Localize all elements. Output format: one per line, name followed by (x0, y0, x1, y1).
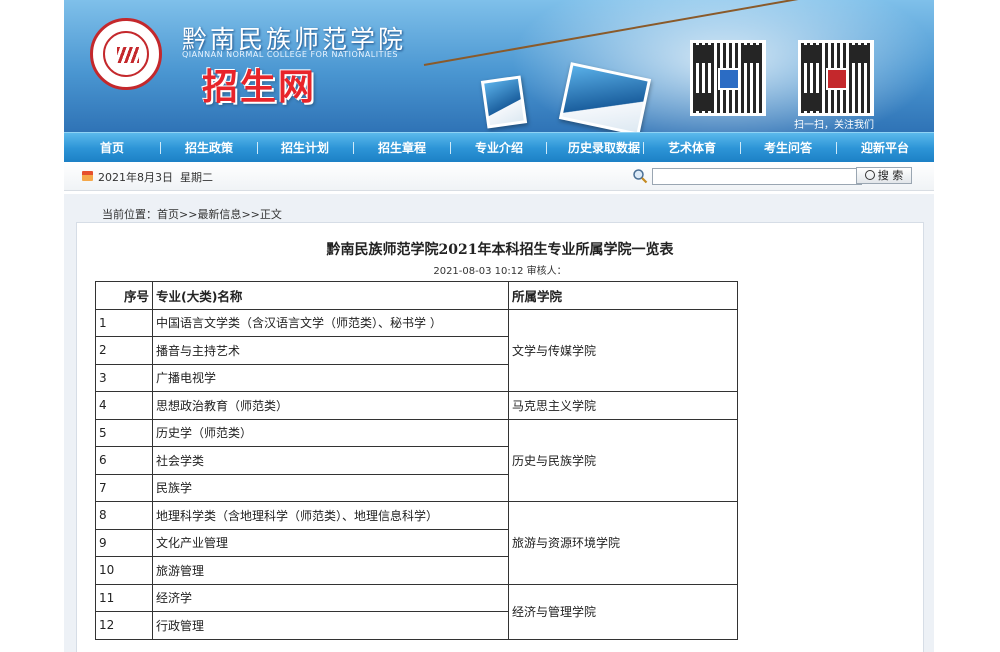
row-number: 8 (95, 501, 153, 530)
row-major: 文化产业管理 (152, 528, 509, 557)
row-number: 9 (95, 528, 153, 557)
decor-photo (480, 75, 528, 129)
header-banner: 黔南民族师范学院 QIANNAN NORMAL COLLEGE FOR NATI… (64, 0, 934, 132)
row-major: 经济学 (152, 583, 509, 612)
table-row: 1 中国语言文学类（含汉语言文学（师范类）、秘书学 ） 文学与传媒学院 (95, 308, 738, 392)
nav-history-data[interactable]: 历史录取数据 (554, 133, 654, 163)
row-number: 7 (95, 473, 153, 502)
magnifier-icon (864, 170, 875, 180)
nav-welcome-platform[interactable]: 迎新平台 (852, 133, 918, 163)
table-row: 8 地理科学类（含地理科学（师范类）、地理信息科学） 旅游与资源环境学院 (95, 501, 738, 585)
row-number: 6 (95, 446, 153, 475)
school-logo (90, 18, 162, 90)
row-number: 12 (95, 611, 153, 640)
majors-table: 序号 专业(大类)名称 所属学院 1 中国语言文学类（含汉语言文学（师范类）、秘… (95, 281, 738, 640)
row-number: 4 (95, 391, 153, 420)
article-meta: 2021-08-03 10:12 审核人： (433, 266, 567, 277)
row-major: 民族学 (152, 473, 509, 502)
search-button[interactable]: 搜 索 (856, 167, 912, 184)
row-major: 播音与主持艺术 (152, 336, 509, 365)
row-college: 文学与传媒学院 (508, 308, 738, 392)
row-major: 行政管理 (152, 611, 509, 640)
table-row: 5 历史学（师范类） 历史与民族学院 (95, 418, 738, 502)
current-weekday: 星期二 (180, 171, 213, 184)
row-college: 马克思主义学院 (508, 391, 738, 420)
row-number: 2 (95, 336, 153, 365)
info-bar: 2021年8月3日 星期二 搜 索 (64, 162, 934, 191)
row-major: 历史学（师范类） (152, 418, 509, 447)
header-college: 所属学院 (508, 281, 738, 310)
row-number: 3 (95, 363, 153, 392)
main-nav: 首页 招生政策 招生计划 招生章程 专业介绍 历史录取数据 艺术体育 考生问答 … (64, 132, 934, 163)
row-major: 社会学类 (152, 446, 509, 475)
row-number: 10 (95, 556, 153, 585)
row-major: 广播电视学 (152, 363, 509, 392)
qr-code (798, 40, 874, 116)
row-major: 思想政治教育（师范类） (152, 391, 509, 420)
breadcrumb-home-link[interactable]: 首页 (157, 208, 179, 221)
row-number: 5 (95, 418, 153, 447)
nav-admission-charter[interactable]: 招生章程 (369, 133, 435, 163)
content-panel: 当前位置：首页>>最新信息>>正文 黔南民族师范学院2021年本科招生专业所属学… (64, 194, 934, 652)
nav-majors[interactable]: 专业介绍 (466, 133, 532, 163)
search-icon (633, 169, 648, 184)
row-major: 地理科学类（含地理科学（师范类）、地理信息科学） (152, 501, 509, 530)
breadcrumb: 当前位置：首页>>最新信息>>正文 (102, 208, 282, 221)
qr-label: 扫一扫，关注我们 (794, 120, 874, 131)
breadcrumb-news-link[interactable]: 最新信息 (197, 208, 241, 221)
row-major: 中国语言文学类（含汉语言文学（师范类）、秘书学 ） (152, 308, 509, 337)
calendar-icon (82, 171, 93, 181)
search-input[interactable] (652, 168, 862, 185)
article: 黔南民族师范学院2021年本科招生专业所属学院一览表 2021-08-03 10… (76, 222, 924, 652)
nav-admission-policy[interactable]: 招生政策 (176, 133, 242, 163)
row-college: 旅游与资源环境学院 (508, 501, 738, 585)
nav-admission-plan[interactable]: 招生计划 (272, 133, 338, 163)
row-college: 经济与管理学院 (508, 583, 738, 640)
nav-arts-sports[interactable]: 艺术体育 (659, 133, 725, 163)
nav-faq[interactable]: 考生问答 (755, 133, 821, 163)
row-major: 旅游管理 (152, 556, 509, 585)
row-college: 历史与民族学院 (508, 418, 738, 502)
row-number: 1 (95, 308, 153, 337)
header-number: 序号 (95, 281, 153, 310)
article-title: 黔南民族师范学院2021年本科招生专业所属学院一览表 (326, 242, 674, 258)
table-row: 11 经济学 经济与管理学院 (95, 583, 738, 640)
site-name: 招生网 (202, 67, 317, 108)
page: 黔南民族师范学院 QIANNAN NORMAL COLLEGE FOR NATI… (64, 0, 934, 652)
table-row: 4 思想政治教育（师范类） 马克思主义学院 (95, 391, 738, 420)
breadcrumb-current: 正文 (259, 208, 282, 221)
nav-home[interactable]: 首页 (82, 133, 142, 163)
current-date: 2021年8月3日 (98, 171, 173, 184)
header-major: 专业(大类)名称 (152, 281, 509, 310)
qr-code (690, 40, 766, 116)
row-number: 11 (95, 583, 153, 612)
table-header-row: 序号 专业(大类)名称 所属学院 (95, 281, 738, 310)
